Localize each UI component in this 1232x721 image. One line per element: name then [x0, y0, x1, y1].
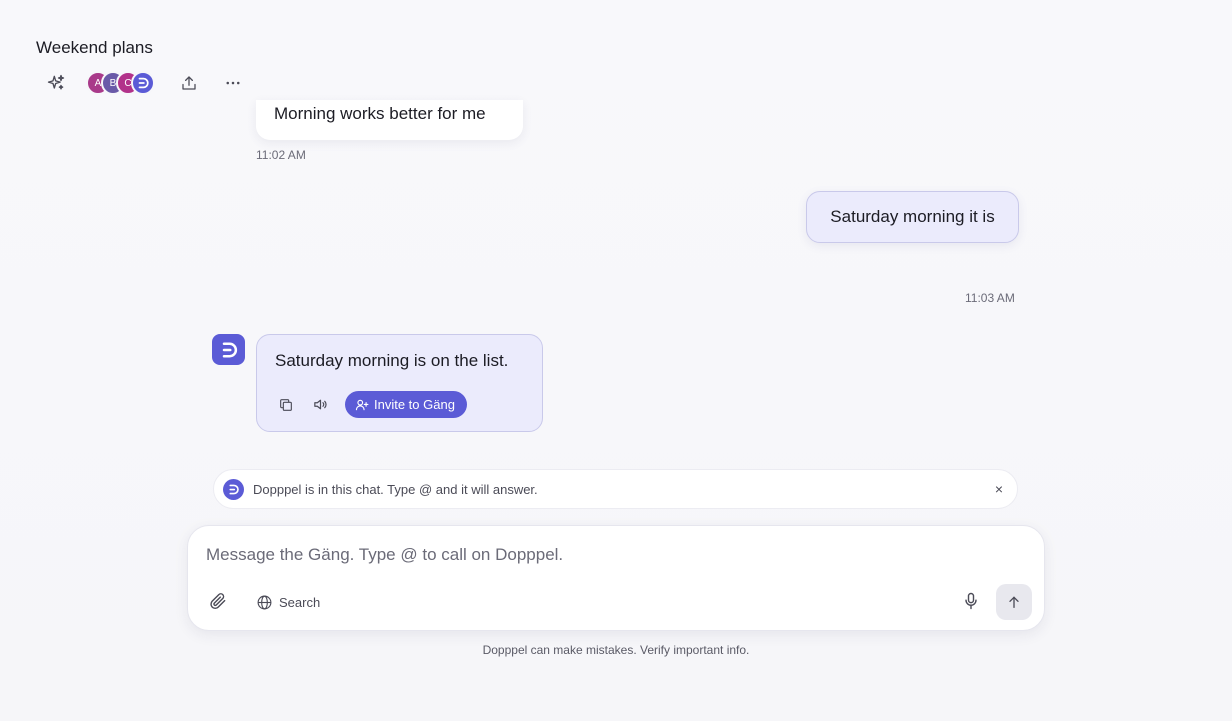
globe-icon — [257, 595, 272, 609]
microphone-icon[interactable] — [961, 591, 983, 613]
chat-toolbar: A B C — [44, 70, 245, 96]
message-bubble-incoming: Morning works better for me — [256, 100, 523, 140]
message-text: Morning works better for me — [274, 104, 486, 123]
dopppel-logo-icon — [138, 77, 149, 89]
message-composer: Search — [187, 525, 1045, 631]
copy-icon[interactable] — [275, 394, 297, 416]
more-options-icon[interactable] — [221, 71, 245, 95]
notice-text: Dopppel is in this chat. Type @ and it w… — [253, 481, 538, 497]
participants-avatars[interactable]: A B C — [86, 71, 155, 95]
message-input[interactable] — [206, 542, 1006, 568]
search-button[interactable]: Search — [256, 590, 320, 614]
speaker-icon[interactable] — [309, 394, 331, 416]
dopppel-logo-icon — [223, 478, 244, 500]
sparkles-icon[interactable] — [44, 71, 68, 95]
message-timestamp: 11:02 AM — [256, 148, 306, 162]
share-icon[interactable] — [177, 71, 201, 95]
invite-button-label: Invite to Gäng — [374, 397, 455, 412]
dopppel-logo-icon — [222, 342, 237, 357]
chat-title: Weekend plans — [36, 38, 153, 57]
close-icon[interactable]: × — [995, 481, 1003, 497]
disclaimer-text: Dopppel can make mistakes. Verify import… — [482, 643, 750, 657]
dopppel-notice-banner: Dopppel is in this chat. Type @ and it w… — [213, 469, 1018, 509]
chat-page: Weekend plans A B C Morning works better… — [0, 0, 1232, 721]
message-actions: Invite to Gäng — [275, 391, 467, 418]
invite-to-gang-button[interactable]: Invite to Gäng — [345, 391, 467, 418]
dopppel-avatar — [131, 71, 155, 95]
message-timestamp: 11:03 AM — [965, 291, 1015, 305]
add-user-icon — [355, 399, 369, 410]
paperclip-icon[interactable] — [208, 591, 230, 613]
message-text: Saturday morning is on the list. — [275, 351, 509, 370]
search-label: Search — [279, 594, 321, 610]
message-text: Saturday morning it is — [830, 207, 995, 226]
arrow-up-icon — [1009, 596, 1019, 608]
send-button[interactable] — [996, 584, 1032, 620]
message-bubble-outgoing: Saturday morning it is — [806, 191, 1019, 243]
dopppel-avatar — [212, 334, 245, 365]
bot-message-bubble: Saturday morning is on the list. Invite … — [256, 334, 543, 432]
